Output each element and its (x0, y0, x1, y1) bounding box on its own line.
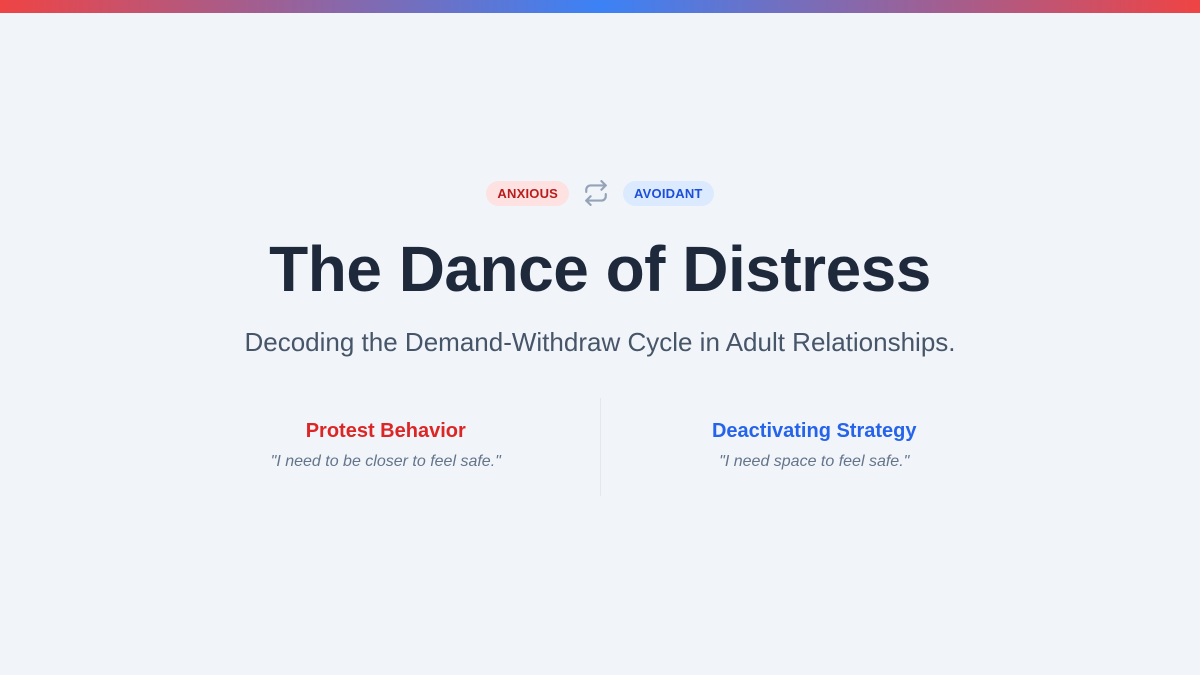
badge-row: ANXIOUS AVOIDANT (0, 180, 1200, 206)
deactivating-strategy-column: Deactivating Strategy "I need space to f… (601, 398, 1029, 496)
deactivating-strategy-heading: Deactivating Strategy (711, 420, 917, 442)
protest-behavior-quote: "I need to be closer to feel safe." (270, 453, 501, 470)
deactivating-strategy-quote: "I need space to feel safe." (719, 453, 910, 470)
protest-behavior-column: Protest Behavior "I need to be closer to… (172, 398, 600, 496)
repeat-cycle-icon (583, 180, 609, 206)
avoidant-badge: AVOIDANT (623, 180, 714, 206)
slide-content: ANXIOUS AVOIDANT The Dance of Distress D… (0, 0, 1200, 675)
page-subtitle: Decoding the Demand-Withdraw Cycle in Ad… (244, 327, 956, 357)
protest-behavior-heading: Protest Behavior (305, 420, 466, 442)
anxious-badge: ANXIOUS (486, 180, 570, 206)
page-title: The Dance of Distress (269, 233, 931, 305)
comparison-columns: Protest Behavior "I need to be closer to… (172, 398, 1028, 496)
